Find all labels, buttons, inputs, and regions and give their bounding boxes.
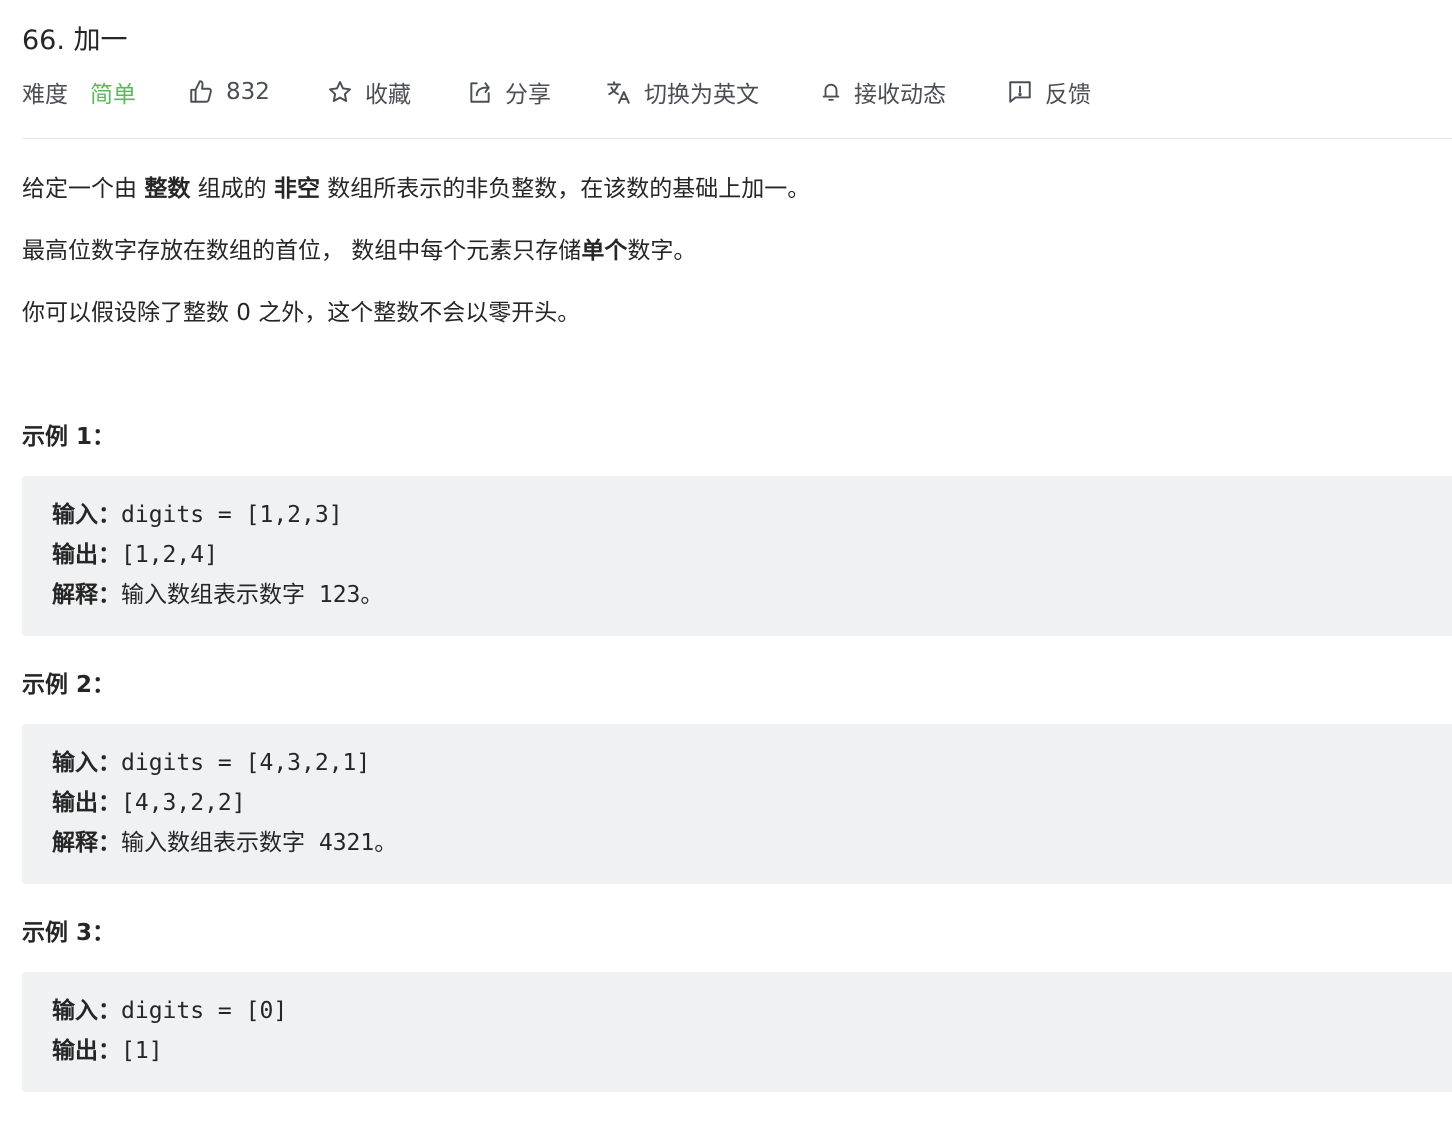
feedback-label: 反馈 (1045, 82, 1091, 108)
example-explanation-line: 解释：输入数组表示数字 123。 (52, 582, 384, 608)
example-output-line: 输出：[1] (52, 1038, 163, 1064)
thumbs-up-icon (190, 80, 212, 103)
example-output-line: 输出：[4,3,2,2] (52, 790, 246, 816)
difficulty-label: 难度 (22, 82, 68, 108)
subscribe-label: 接收动态 (854, 82, 946, 108)
description-paragraph-2: 最高位数字存放在数组的首位， 数组中每个元素只存储单个数字。 (22, 238, 697, 264)
example-input-line: 输入：digits = [4,3,2,1] (52, 750, 371, 776)
toolbar-divider (22, 138, 1452, 139)
share-label: 分享 (505, 82, 551, 108)
example-title: 示例 3： (22, 920, 116, 946)
feedback-icon (1009, 81, 1031, 103)
example-input-line: 输入：digits = [1,2,3] (52, 502, 343, 528)
like-button[interactable]: 832 (188, 74, 270, 110)
example-code-block: 输入：digits = [4,3,2,1] 输出：[4,3,2,2] 解释：输入… (22, 724, 1452, 884)
example-code-block: 输入：digits = [1,2,3] 输出：[1,2,4] 解释：输入数组表示… (22, 476, 1452, 636)
bold-integer: 整数 (144, 176, 191, 202)
example-input-line: 输入：digits = [0] (52, 998, 288, 1024)
difficulty-indicator: 难度 简单 (22, 74, 136, 110)
share-button[interactable]: 分享 (467, 74, 551, 110)
example-output-line: 输出：[1,2,4] (52, 542, 218, 568)
switch-language-label: 切换为英文 (644, 82, 759, 108)
problem-title: 66. 加一 (22, 25, 128, 56)
problem-toolbar: 难度 简单 832 收藏 分享 切换为英文 接收动态 反馈 (22, 74, 1452, 110)
star-icon (329, 81, 351, 102)
example-title: 示例 2： (22, 672, 116, 698)
bold-single: 单个 (581, 238, 628, 264)
bold-non-empty: 非空 (273, 176, 320, 202)
translate-icon (607, 81, 630, 104)
example-explanation-line: 解释：输入数组表示数字 4321。 (52, 830, 398, 856)
share-icon (470, 82, 490, 103)
favorite-label: 收藏 (365, 82, 411, 108)
description-paragraph-1: 给定一个由 整数 组成的 非空 数组所表示的非负整数，在该数的基础上加一。 (22, 176, 811, 202)
example-title: 示例 1： (22, 424, 116, 450)
bell-icon (822, 83, 840, 101)
subscribe-button[interactable]: 接收动态 (820, 74, 946, 110)
example-code-block: 输入：digits = [0] 输出：[1] (22, 972, 1452, 1092)
switch-language-button[interactable]: 切换为英文 (606, 74, 759, 110)
favorite-button[interactable]: 收藏 (327, 74, 411, 110)
difficulty-value: 简单 (90, 82, 136, 108)
feedback-button[interactable]: 反馈 (1007, 74, 1091, 110)
description-paragraph-3: 你可以假设除了整数 0 之外，这个整数不会以零开头。 (22, 300, 581, 326)
like-count: 832 (226, 79, 270, 105)
